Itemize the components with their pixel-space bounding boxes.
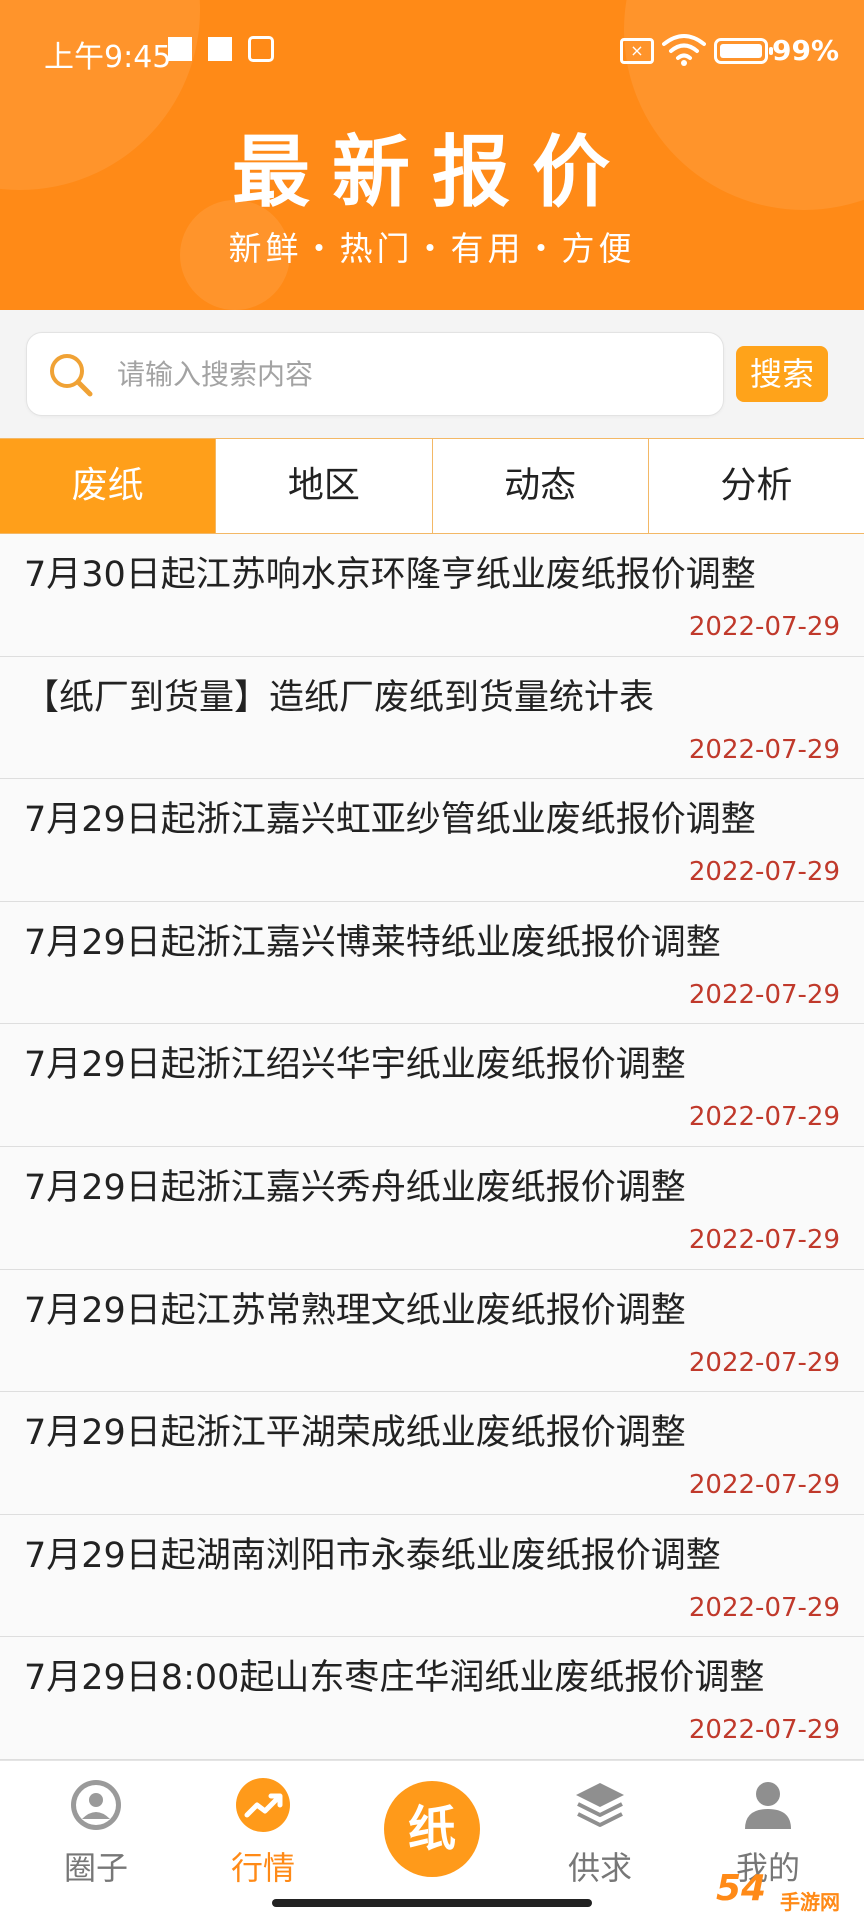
list-item[interactable]: 7月29日起湖南浏阳市永泰纸业废纸报价调整 2022-07-29 xyxy=(0,1514,864,1638)
watermark-site: 手游网 xyxy=(780,1890,840,1914)
list-item[interactable]: 7月29日起浙江嘉兴虹亚纱管纸业废纸报价调整 2022-07-29 xyxy=(0,779,864,902)
list-item-title: 7月29日起湖南浏阳市永泰纸业废纸报价调整 xyxy=(24,1535,721,1576)
list-item-title: 7月29日8:00起山东枣庄华润纸业废纸报价调整 xyxy=(24,1658,765,1699)
search-input[interactable] xyxy=(117,333,707,415)
list-item-date: 2022-07-29 xyxy=(688,1224,840,1255)
search-button[interactable]: 搜索 xyxy=(736,346,828,402)
list-item-date: 2022-07-29 xyxy=(688,979,840,1010)
sim-off-icon: × xyxy=(620,38,654,64)
list-item[interactable]: 7月29日起浙江嘉兴秀舟纸业废纸报价调整 2022-07-29 xyxy=(0,1146,864,1270)
price-list: 7月30日起江苏响水京环隆亨纸业废纸报价调整 2022-07-29 【纸厂到货量… xyxy=(0,534,864,1760)
nav-market[interactable]: 行情 xyxy=(193,1771,333,1891)
list-item[interactable]: 【纸厂到货量】造纸厂废纸到货量统计表 2022-07-29 xyxy=(0,656,864,780)
status-time: 上午9:45 xyxy=(44,40,172,75)
tab-analysis[interactable]: 分析 xyxy=(649,439,864,533)
list-item-title: 7月29日起浙江嘉兴博莱特纸业废纸报价调整 xyxy=(24,922,721,963)
list-item-date: 2022-07-29 xyxy=(688,1102,840,1133)
list-item-date: 2022-07-29 xyxy=(688,734,840,765)
page-title: 最新报价 xyxy=(231,128,632,218)
list-item-date: 2022-07-29 xyxy=(688,612,840,642)
list-item[interactable]: 7月29日起江苏常熟理文纸业废纸报价调整 2022-07-29 xyxy=(0,1269,864,1393)
paper-center-button[interactable]: 纸 xyxy=(384,1781,480,1877)
list-item-title: 【纸厂到货量】造纸厂废纸到货量统计表 xyxy=(24,677,655,718)
list-item-title: 7月29日起浙江嘉兴虹亚纱管纸业废纸报价调整 xyxy=(24,800,756,841)
category-tabs: 废纸 地区 动态 分析 xyxy=(0,438,864,534)
site-watermark: 54 手游网 xyxy=(716,1860,864,1920)
tab-waste-paper[interactable]: 废纸 xyxy=(0,439,217,533)
list-item-title: 7月29日起浙江平湖荣成纸业废纸报价调整 xyxy=(24,1413,686,1454)
list-item[interactable]: 7月29日8:00起山东枣庄华润纸业废纸报价调整 2022-07-29 xyxy=(0,1637,864,1760)
list-item-date: 2022-07-29 xyxy=(688,857,840,888)
list-item-title: 7月30日起江苏响水京环隆亨纸业废纸报价调整 xyxy=(24,555,756,595)
layers-icon xyxy=(576,1783,624,1827)
list-item[interactable]: 7月29日起浙江嘉兴博莱特纸业废纸报价调整 2022-07-29 xyxy=(0,901,864,1025)
tab-region[interactable]: 地区 xyxy=(216,439,433,533)
nav-label: 行情 xyxy=(230,1849,295,1887)
list-item-date: 2022-07-29 xyxy=(688,1347,840,1378)
header-banner: 上午9:45 × 99% 最新报价 新鲜・热门・有用・方便 xyxy=(0,0,864,310)
nav-label: 供求 xyxy=(567,1849,632,1887)
profile-icon xyxy=(745,1782,791,1829)
watermark-logo: 54 xyxy=(716,1868,767,1909)
nav-circle[interactable]: 圈子 xyxy=(26,1771,166,1891)
home-indicator[interactable] xyxy=(272,1899,592,1907)
list-item[interactable]: 7月30日起江苏响水京环隆亨纸业废纸报价调整 2022-07-29 xyxy=(0,534,864,657)
notification-icon xyxy=(168,37,192,61)
list-item-title: 7月29日起浙江嘉兴秀舟纸业废纸报价调整 xyxy=(24,1167,686,1208)
list-item[interactable]: 7月29日起浙江平湖荣成纸业废纸报价调整 2022-07-29 xyxy=(0,1392,864,1515)
nav-supply-demand[interactable]: 供求 xyxy=(530,1771,670,1891)
list-item-title: 7月29日起江苏常熟理文纸业废纸报价调整 xyxy=(24,1290,686,1331)
trend-up-icon xyxy=(236,1778,290,1832)
search-box[interactable] xyxy=(26,332,724,416)
list-item-date: 2022-07-29 xyxy=(688,1470,840,1501)
list-item-date: 2022-07-29 xyxy=(688,1715,840,1746)
app-notification-icon xyxy=(248,36,274,62)
battery-icon xyxy=(714,38,773,64)
battery-percent: 99% xyxy=(772,34,840,67)
list-item-title: 7月29日起浙江绍兴华宇纸业废纸报价调整 xyxy=(24,1045,686,1086)
page-subtitle: 新鲜・热门・有用・方便 xyxy=(228,229,636,268)
list-item[interactable]: 7月29日起浙江绍兴华宇纸业废纸报价调整 2022-07-29 xyxy=(0,1024,864,1147)
notification-icon xyxy=(208,37,232,61)
person-circle-icon xyxy=(71,1780,121,1830)
list-item-date: 2022-07-29 xyxy=(688,1592,840,1623)
tab-news[interactable]: 动态 xyxy=(433,439,649,533)
nav-label: 圈子 xyxy=(63,1849,128,1887)
wifi-icon xyxy=(662,34,706,66)
status-bar: 上午9:45 × 99% xyxy=(0,0,864,100)
search-icon xyxy=(50,354,93,397)
